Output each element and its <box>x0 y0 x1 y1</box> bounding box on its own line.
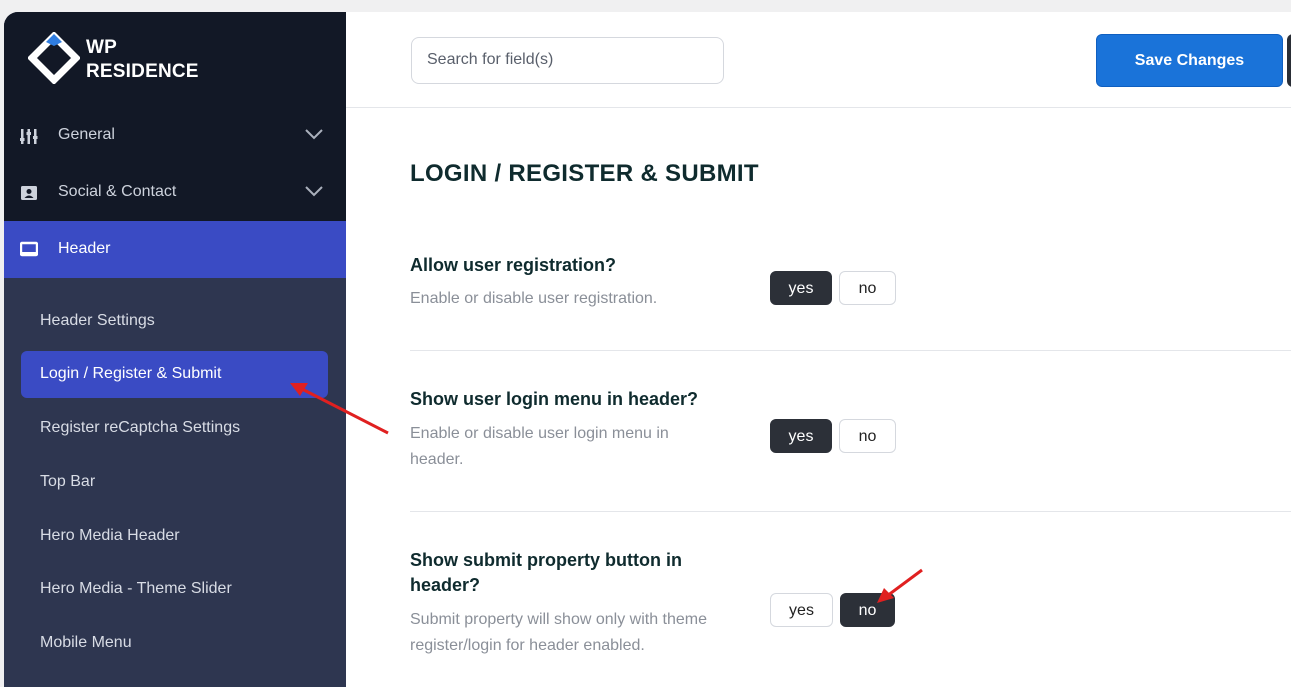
setting-desc-submit-button: Submit property will show only with them… <box>410 611 708 654</box>
logo-line-2: RESIDENCE <box>86 61 199 82</box>
subnav-label: Login / Register & Submit <box>40 365 222 382</box>
chevron-down-icon <box>305 129 323 140</box>
subnav-label: Top Bar <box>40 473 96 490</box>
nav-label-general: General <box>58 126 115 143</box>
toggle-no-submit-button[interactable]: no <box>840 593 895 627</box>
top-bar: Search for field(s) Save Changes <box>346 12 1291 108</box>
divider <box>410 511 1291 512</box>
setting-desc-allow-registration: Enable or disable user registration. <box>410 290 658 307</box>
toggle-yes-allow-registration[interactable]: yes <box>770 271 832 305</box>
subnav-label: Hero Media Header <box>40 527 180 544</box>
subnav-label: Hero Media - Theme Slider <box>40 580 232 597</box>
toggle-no-allow-registration[interactable]: no <box>839 271 896 305</box>
nav-label-social-contact: Social & Contact <box>58 183 177 200</box>
logo-area: WP RESIDENCE <box>4 12 346 107</box>
subnav-label: Mobile Menu <box>40 634 132 651</box>
divider <box>410 350 1291 351</box>
main-panel: LOGIN / REGISTER & SUBMIT Allow user reg… <box>346 108 1291 687</box>
setting-desc-login-menu: Enable or disable user login menu in hea… <box>410 425 669 468</box>
setting-title-allow-registration: Allow user registration? <box>410 255 617 275</box>
toggle-yes-login-menu[interactable]: yes <box>770 419 832 453</box>
logo-line-1: WP <box>86 37 118 58</box>
chevron-down-icon <box>305 186 323 197</box>
secondary-button-edge[interactable] <box>1287 34 1291 87</box>
nav-item-general[interactable]: General <box>4 107 346 164</box>
sidebar: WP RESIDENCE General Social & Contact He… <box>4 12 346 687</box>
nav-item-header[interactable]: Header <box>4 221 346 278</box>
toggle-yes-submit-button[interactable]: yes <box>770 593 833 627</box>
search-input[interactable]: Search for field(s) <box>411 37 724 84</box>
nav-item-social-contact[interactable]: Social & Contact <box>4 164 346 221</box>
monitor-icon <box>20 241 38 257</box>
page-title: LOGIN / REGISTER & SUBMIT <box>410 160 759 187</box>
app-frame: WP RESIDENCE General Social & Contact He… <box>0 0 1291 687</box>
logo-text: WP RESIDENCE <box>86 36 199 84</box>
subnav-label: Register reCaptcha Settings <box>40 419 241 436</box>
save-changes-button[interactable]: Save Changes <box>1096 34 1283 87</box>
nav-label-header: Header <box>58 240 111 257</box>
logo-icon <box>28 32 80 84</box>
sliders-icon <box>20 129 38 144</box>
toggle-no-login-menu[interactable]: no <box>839 419 896 453</box>
setting-title-login-menu: Show user login menu in header? <box>410 389 699 409</box>
contact-card-icon <box>21 186 37 200</box>
subnav-label: Header Settings <box>40 312 155 329</box>
setting-title-submit-button: Show submit property button in header? <box>410 550 682 595</box>
